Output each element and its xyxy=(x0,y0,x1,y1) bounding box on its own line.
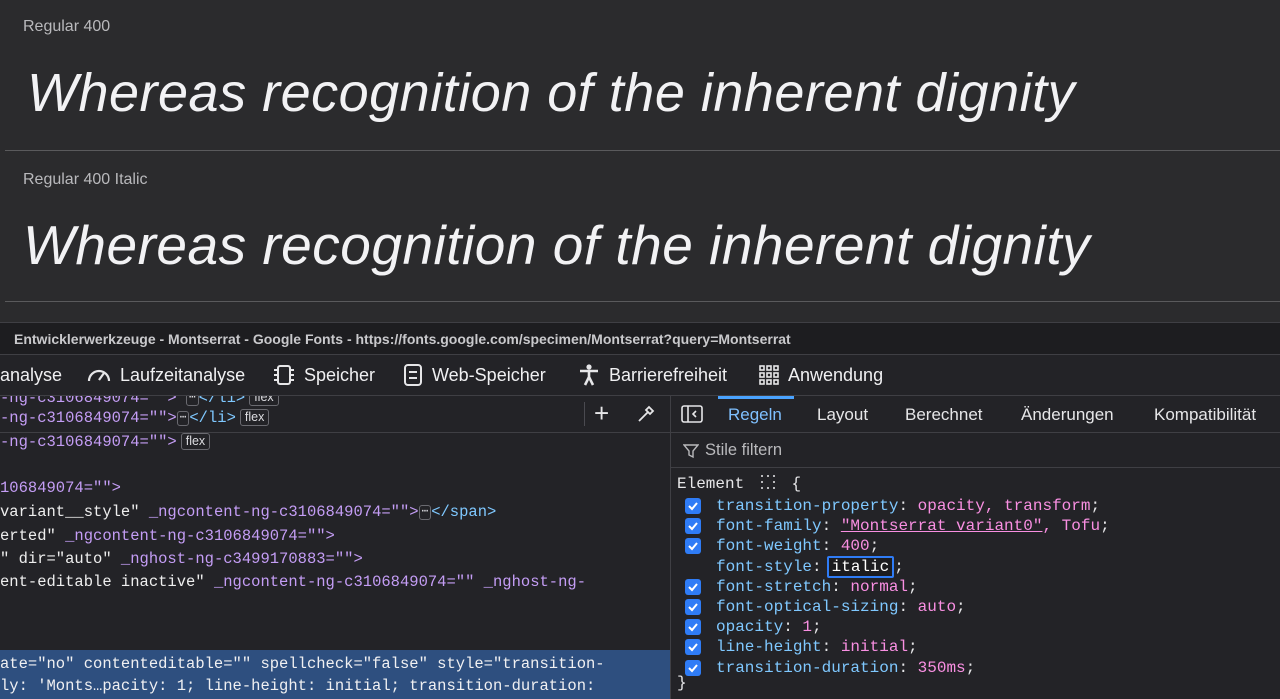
tab-web-storage[interactable]: Web-Speicher xyxy=(402,355,546,395)
divider xyxy=(584,402,585,426)
rule-selector: Element { xyxy=(677,474,802,495)
tab-computed[interactable]: Berechnet xyxy=(905,405,983,425)
tab-label: Anwendung xyxy=(788,364,884,385)
markup-line[interactable]: ent-editable inactive" _ngcontent-ng-c31… xyxy=(0,572,586,592)
tab-label: Web-Speicher xyxy=(432,364,546,385)
flex-badge[interactable]: flex xyxy=(239,409,270,426)
collapsed-ellipsis-icon[interactable]: ⋯ xyxy=(418,505,432,520)
devtools-window-title-bar: Entwicklerwerkzeuge - Montserrat - Googl… xyxy=(0,322,1280,355)
tab-runtime-analysis[interactable]: Laufzeitanalyse xyxy=(86,355,245,395)
declaration-checkbox[interactable] xyxy=(685,579,701,595)
specimen-row-regular: Regular 400 Whereas recognition of the i… xyxy=(5,0,1280,151)
markup-line[interactable]: 106849074=""> xyxy=(0,478,121,498)
declaration-checkbox[interactable] xyxy=(685,559,701,575)
declaration-checkbox[interactable] xyxy=(685,660,701,676)
flex-badge[interactable]: flex xyxy=(180,433,211,450)
declaration-checkbox[interactable] xyxy=(685,619,701,635)
tab-label: Speicher xyxy=(304,364,376,385)
active-tab-indicator xyxy=(718,396,794,399)
specimen-sample-text[interactable]: Whereas recognition of the inherent dign… xyxy=(23,213,1090,277)
collapsed-ellipsis-icon[interactable]: ⋯ xyxy=(176,411,190,426)
tab-changes[interactable]: Änderungen xyxy=(1021,405,1114,425)
css-declaration[interactable]: font-weight: 400; xyxy=(685,536,879,556)
tab-application[interactable]: Anwendung xyxy=(758,355,883,395)
markup-view: + -ng-c3106849074=""> ⋯ </li> flex -ng-c31… xyxy=(0,396,671,699)
filter-placeholder: Stile filtern xyxy=(705,441,783,459)
markup-line[interactable]: variant__style" _ngcontent-ng-c310684907… xyxy=(0,502,496,522)
grid-icon xyxy=(758,364,780,386)
flex-badge[interactable]: flex xyxy=(249,396,279,406)
eyedropper-icon[interactable] xyxy=(636,404,656,429)
devtools-panel: Entwicklerwerkzeuge - Montserrat - Googl… xyxy=(0,322,1280,699)
gauge-icon xyxy=(86,364,112,386)
css-declaration[interactable]: transition-property: opacity, transform; xyxy=(685,496,1100,516)
specimen-row-italic: Regular 400 Italic Whereas recognition o… xyxy=(5,151,1280,302)
tab-layout[interactable]: Layout xyxy=(817,405,868,425)
markup-line[interactable]: erted" _ngcontent-ng-c3106849074=""> xyxy=(0,526,335,546)
devtools-window-title: Entwicklerwerkzeuge - Montserrat - Googl… xyxy=(14,331,791,347)
accessibility-icon xyxy=(577,363,601,387)
tab-label: Barrierefreiheit xyxy=(609,364,728,385)
markup-line[interactable]: -ng-c3106849074=""> ⋯ </li> flex xyxy=(0,408,270,428)
declaration-checkbox[interactable] xyxy=(685,518,701,534)
tab-accessibility[interactable]: Barrierefreiheit xyxy=(577,355,727,395)
font-family-link[interactable]: "Montserrat variant0" xyxy=(841,517,1043,535)
sidebar-tabs: Regeln Layout Berechnet Änderungen Kompa… xyxy=(671,396,1280,433)
css-declaration[interactable]: line-height: initial; xyxy=(685,637,918,657)
css-declaration[interactable]: font-optical-sizing: auto; xyxy=(685,597,966,617)
css-declaration[interactable]: font-stretch: normal; xyxy=(685,577,918,597)
specimen-style-label: Regular 400 Italic xyxy=(23,171,148,188)
markup-line[interactable]: -ng-c3106849074=""> flex xyxy=(0,432,211,452)
markup-line[interactable]: -ng-c3106849074=""> ⋯ </li> flex xyxy=(0,396,279,408)
add-node-button[interactable]: + xyxy=(594,399,609,427)
font-specimen-area: Regular 400 Whereas recognition of the i… xyxy=(0,0,1280,322)
storage-icon xyxy=(402,363,424,387)
node-picker-icon[interactable] xyxy=(760,474,776,495)
tab-rules[interactable]: Regeln xyxy=(728,405,782,425)
specimen-style-label: Regular 400 xyxy=(23,18,111,35)
declaration-checkbox[interactable] xyxy=(685,498,701,514)
rules-pane: Regeln Layout Berechnet Änderungen Kompa… xyxy=(671,396,1280,699)
specimen-sample-text[interactable]: Whereas recognition of the inherent dign… xyxy=(27,62,1075,124)
tab-label: analyse xyxy=(0,364,63,385)
filter-styles-input[interactable]: Stile filtern xyxy=(671,433,1280,468)
markup-line-selected[interactable]: ate="no" contenteditable="" spellcheck="… xyxy=(0,654,605,674)
tab-compatibility[interactable]: Kompatibilität xyxy=(1154,405,1256,425)
markup-line-selected[interactable]: ly: 'Monts…pacity: 1; line-height: initi… xyxy=(0,676,595,696)
tab-label: Laufzeitanalyse xyxy=(120,364,246,385)
rule-close-brace: } xyxy=(677,674,687,692)
value-editor-input[interactable]: italic xyxy=(826,556,895,578)
css-declaration[interactable]: transition-duration: 350ms; xyxy=(685,658,975,678)
tab-memory[interactable]: Speicher xyxy=(272,355,375,395)
tab-analysis-partial[interactable]: analyse xyxy=(0,355,62,395)
markup-line[interactable]: " dir="auto" _nghost-ng-c3499170883=""> xyxy=(0,549,363,569)
declaration-checkbox[interactable] xyxy=(685,538,701,554)
css-declaration-editing[interactable]: font-style: italic; xyxy=(685,556,904,578)
css-declaration[interactable]: font-family: "Montserrat variant0", Tofu… xyxy=(685,516,1110,536)
collapsed-ellipsis-icon[interactable]: ⋯ xyxy=(186,396,199,406)
declaration-checkbox[interactable] xyxy=(685,599,701,615)
filter-icon xyxy=(682,443,700,464)
toggle-pane-icon[interactable] xyxy=(681,404,703,429)
devtools-toolbar: analyse Laufzeitanalyse Speicher Web-Spe… xyxy=(0,355,1280,396)
chip-icon xyxy=(272,363,296,387)
declaration-checkbox[interactable] xyxy=(685,639,701,655)
css-declaration[interactable]: opacity: 1; xyxy=(685,617,822,637)
